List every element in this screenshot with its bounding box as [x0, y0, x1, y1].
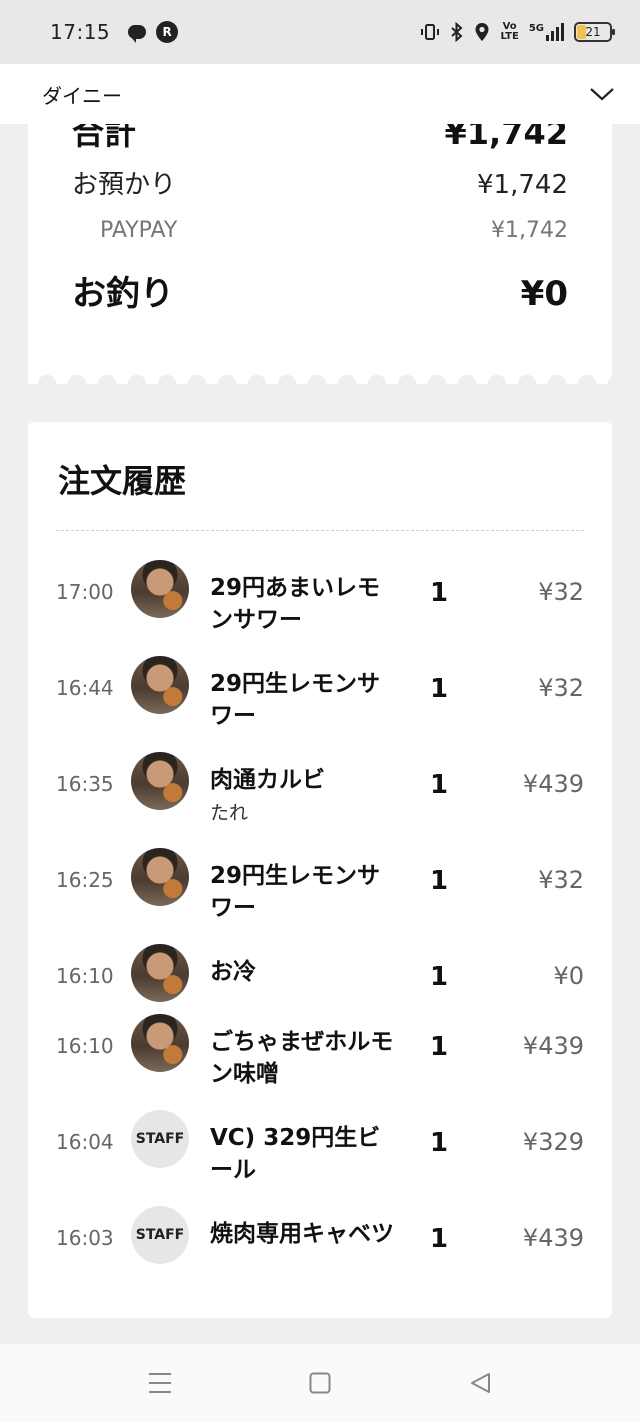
- order-item-name: ごちゃまぜホルモン味噌: [210, 1029, 394, 1087]
- order-item-quantity: 1: [430, 1224, 449, 1254]
- order-time: 16:35: [56, 772, 114, 796]
- order-item-price: ¥329: [522, 1128, 584, 1156]
- staff-avatar: STAFF: [131, 1110, 189, 1168]
- status-time: 17:15: [50, 20, 111, 44]
- location-icon: [474, 22, 490, 42]
- customer-avatar: [131, 752, 189, 810]
- order-time: 17:00: [56, 580, 114, 604]
- dashed-divider: [56, 530, 584, 531]
- order-item-quantity: 1: [430, 770, 449, 800]
- status-right-icons: Vo LTE 5G 21: [420, 21, 615, 42]
- back-icon[interactable]: [460, 1363, 500, 1403]
- order-item-name: 29円生レモンサワー: [210, 863, 381, 921]
- navigation-bar: [0, 1344, 640, 1422]
- rakuten-link-icon: R: [156, 21, 179, 43]
- volte-icon: Vo LTE: [500, 21, 519, 42]
- order-item-price: ¥439: [522, 1224, 584, 1252]
- customer-avatar: [131, 848, 189, 906]
- chevron-down-icon[interactable]: [588, 80, 616, 108]
- app-header: ダイニー: [0, 64, 640, 124]
- order-item-name: 焼肉専用キャベツ: [210, 1221, 394, 1247]
- order-item-option: たれ: [210, 802, 249, 824]
- order-item-price: ¥439: [522, 1032, 584, 1060]
- order-item-quantity: 1: [430, 866, 449, 896]
- order-item-name: 肉通カルビ: [210, 767, 325, 793]
- order-item-quantity: 1: [430, 962, 449, 992]
- bluetooth-icon: [450, 22, 464, 42]
- order-time: 16:44: [56, 676, 114, 700]
- 5g-signal-icon: 5G: [529, 23, 564, 41]
- deposit-label: お預かり: [72, 170, 177, 200]
- order-item-name: 29円あまいレモンサワー: [210, 575, 381, 633]
- order-item-name: VC) 329円生ビール: [210, 1125, 381, 1183]
- menu-icon[interactable]: [140, 1363, 180, 1403]
- order-time: 16:25: [56, 868, 114, 892]
- customer-avatar: [131, 944, 189, 1002]
- customer-avatar: [131, 656, 189, 714]
- battery-icon: 21: [574, 22, 615, 42]
- vibrate-icon: [420, 22, 440, 42]
- order-item-quantity: 1: [430, 1128, 449, 1158]
- paypay-row: PAYPAY ¥1,742: [100, 218, 568, 243]
- staff-avatar: STAFF: [131, 1206, 189, 1264]
- customer-avatar: [131, 560, 189, 618]
- order-history-title: 注文履歴: [58, 462, 187, 500]
- order-item-price: ¥439: [522, 770, 584, 798]
- order-item-price: ¥32: [538, 578, 584, 606]
- receipt-scalloped-edge: [28, 370, 612, 384]
- change-label: お釣り: [72, 274, 174, 314]
- order-time: 16:03: [56, 1226, 114, 1250]
- order-time: 16:04: [56, 1130, 114, 1154]
- status-left-icons: R: [128, 21, 179, 43]
- deposit-value: ¥1,742: [477, 170, 568, 200]
- order-item-price: ¥32: [538, 866, 584, 894]
- receipt-card: 合計 ¥1,742 お預かり ¥1,742 PAYPAY ¥1,742 お釣り …: [28, 100, 612, 372]
- order-item-price: ¥32: [538, 674, 584, 702]
- order-item-name: お冷: [210, 959, 256, 985]
- deposit-row: お預かり ¥1,742: [72, 164, 568, 201]
- paypay-label: PAYPAY: [100, 218, 178, 243]
- change-row: お釣り ¥0: [72, 266, 568, 315]
- customer-avatar: [131, 1014, 189, 1072]
- chat-icon: [128, 25, 147, 43]
- order-time: 16:10: [56, 1034, 114, 1058]
- order-item-price: ¥0: [553, 962, 584, 990]
- order-history-card: 注文履歴 17:00 29円あまいレモンサワー 1 ¥32 16:44 29円生レモンサワ…: [28, 422, 612, 1318]
- order-item-quantity: 1: [430, 578, 449, 608]
- home-icon[interactable]: [300, 1363, 340, 1403]
- store-name: ダイニー: [42, 83, 122, 108]
- status-bar: 17:15 R Vo LTE 5G 21: [0, 0, 640, 64]
- order-item-quantity: 1: [430, 674, 449, 704]
- paypay-value: ¥1,742: [491, 218, 568, 243]
- order-time: 16:10: [56, 964, 114, 988]
- change-value: ¥0: [520, 274, 568, 314]
- order-item-quantity: 1: [430, 1032, 449, 1062]
- order-item-name: 29円生レモンサワー: [210, 671, 381, 729]
